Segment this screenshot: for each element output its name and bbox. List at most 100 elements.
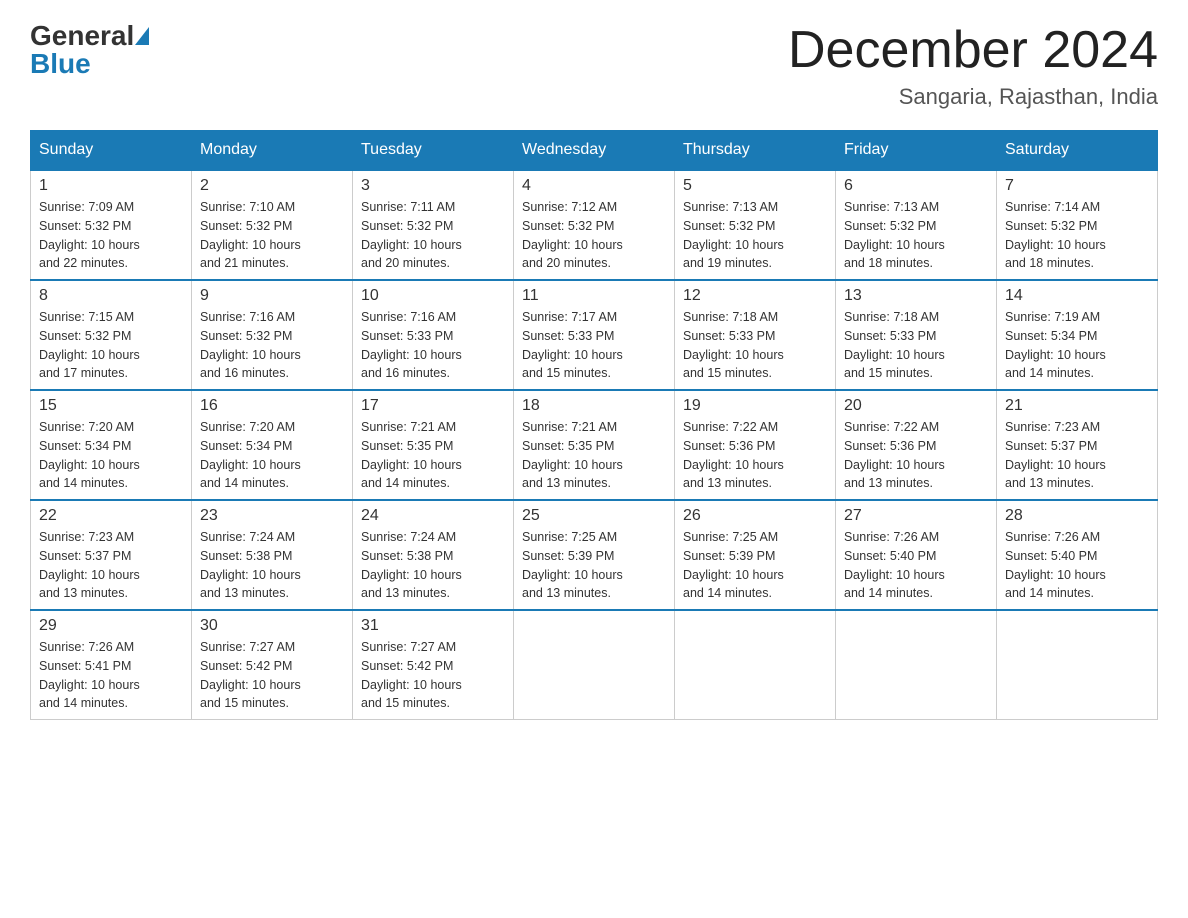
calendar-cell: 30 Sunrise: 7:27 AMSunset: 5:42 PMDayligh… [192,610,353,720]
col-header-wednesday: Wednesday [514,131,675,171]
calendar-cell: 22 Sunrise: 7:23 AMSunset: 5:37 PMDayligh… [31,500,192,610]
day-info: Sunrise: 7:24 AMSunset: 5:38 PMDaylight:… [361,528,505,603]
month-title: December 2024 [788,20,1158,80]
day-info: Sunrise: 7:11 AMSunset: 5:32 PMDaylight:… [361,198,505,273]
calendar-cell: 27 Sunrise: 7:26 AMSunset: 5:40 PMDayligh… [836,500,997,610]
day-info: Sunrise: 7:23 AMSunset: 5:37 PMDaylight:… [39,528,183,603]
day-number: 9 [200,287,344,305]
day-info: Sunrise: 7:09 AMSunset: 5:32 PMDaylight:… [39,198,183,273]
day-number: 3 [361,177,505,195]
col-header-monday: Monday [192,131,353,171]
calendar-cell: 19 Sunrise: 7:22 AMSunset: 5:36 PMDayligh… [675,390,836,500]
calendar-cell [997,610,1158,720]
day-number: 28 [1005,507,1149,525]
day-number: 21 [1005,397,1149,415]
day-info: Sunrise: 7:25 AMSunset: 5:39 PMDaylight:… [683,528,827,603]
calendar-cell: 28 Sunrise: 7:26 AMSunset: 5:40 PMDayligh… [997,500,1158,610]
title-section: December 2024 Sangaria, Rajasthan, India [788,20,1158,110]
day-number: 27 [844,507,988,525]
calendar-cell: 6 Sunrise: 7:13 AMSunset: 5:32 PMDaylight… [836,170,997,280]
calendar-cell: 14 Sunrise: 7:19 AMSunset: 5:34 PMDayligh… [997,280,1158,390]
col-header-saturday: Saturday [997,131,1158,171]
calendar-cell: 2Sunrise: 7:10 AMSunset: 5:32 PMDaylight… [192,170,353,280]
calendar-cell: 10 Sunrise: 7:16 AMSunset: 5:33 PMDayligh… [353,280,514,390]
calendar-cell: 11 Sunrise: 7:17 AMSunset: 5:33 PMDayligh… [514,280,675,390]
day-number: 19 [683,397,827,415]
day-number: 31 [361,617,505,635]
calendar-week-row: 1 Sunrise: 7:09 AMSunset: 5:32 PMDaylight… [31,170,1158,280]
day-info: Sunrise: 7:20 AMSunset: 5:34 PMDaylight:… [39,418,183,493]
day-number: 6 [844,177,988,195]
day-info: Sunrise: 7:27 AMSunset: 5:42 PMDaylight:… [200,638,344,713]
day-info: Sunrise: 7:15 AMSunset: 5:32 PMDaylight:… [39,308,183,383]
calendar-cell: 21Sunrise: 7:23 AMSunset: 5:37 PMDayligh… [997,390,1158,500]
calendar-week-row: 22 Sunrise: 7:23 AMSunset: 5:37 PMDayligh… [31,500,1158,610]
calendar-cell: 24 Sunrise: 7:24 AMSunset: 5:38 PMDayligh… [353,500,514,610]
day-number: 17 [361,397,505,415]
calendar-week-row: 8 Sunrise: 7:15 AMSunset: 5:32 PMDaylight… [31,280,1158,390]
day-info: Sunrise: 7:21 AMSunset: 5:35 PMDaylight:… [361,418,505,493]
day-number: 4 [522,177,666,195]
col-header-sunday: Sunday [31,131,192,171]
day-number: 11 [522,287,666,305]
day-info: Sunrise: 7:27 AMSunset: 5:42 PMDaylight:… [361,638,505,713]
logo-arrow-icon [135,27,149,45]
day-info: Sunrise: 7:22 AMSunset: 5:36 PMDaylight:… [683,418,827,493]
day-number: 10 [361,287,505,305]
day-info: Sunrise: 7:21 AMSunset: 5:35 PMDaylight:… [522,418,666,493]
day-number: 7 [1005,177,1149,195]
calendar-cell: 13Sunrise: 7:18 AMSunset: 5:33 PMDayligh… [836,280,997,390]
day-number: 18 [522,397,666,415]
day-number: 22 [39,507,183,525]
day-number: 24 [361,507,505,525]
calendar-cell: 18 Sunrise: 7:21 AMSunset: 5:35 PMDayligh… [514,390,675,500]
calendar-cell: 16Sunrise: 7:20 AMSunset: 5:34 PMDayligh… [192,390,353,500]
calendar-cell: 29Sunrise: 7:26 AMSunset: 5:41 PMDayligh… [31,610,192,720]
day-info: Sunrise: 7:13 AMSunset: 5:32 PMDaylight:… [683,198,827,273]
calendar-cell: 1 Sunrise: 7:09 AMSunset: 5:32 PMDaylight… [31,170,192,280]
day-number: 25 [522,507,666,525]
calendar-cell: 31 Sunrise: 7:27 AMSunset: 5:42 PMDayligh… [353,610,514,720]
day-info: Sunrise: 7:26 AMSunset: 5:40 PMDaylight:… [844,528,988,603]
day-number: 23 [200,507,344,525]
calendar-cell: 20Sunrise: 7:22 AMSunset: 5:36 PMDayligh… [836,390,997,500]
day-number: 30 [200,617,344,635]
day-info: Sunrise: 7:12 AMSunset: 5:32 PMDaylight:… [522,198,666,273]
calendar-cell: 23Sunrise: 7:24 AMSunset: 5:38 PMDayligh… [192,500,353,610]
day-number: 29 [39,617,183,635]
day-number: 15 [39,397,183,415]
day-info: Sunrise: 7:14 AMSunset: 5:32 PMDaylight:… [1005,198,1149,273]
col-header-tuesday: Tuesday [353,131,514,171]
day-number: 26 [683,507,827,525]
day-info: Sunrise: 7:26 AMSunset: 5:40 PMDaylight:… [1005,528,1149,603]
calendar-cell: 25 Sunrise: 7:25 AMSunset: 5:39 PMDayligh… [514,500,675,610]
day-info: Sunrise: 7:25 AMSunset: 5:39 PMDaylight:… [522,528,666,603]
calendar-cell: 12Sunrise: 7:18 AMSunset: 5:33 PMDayligh… [675,280,836,390]
day-number: 5 [683,177,827,195]
day-number: 12 [683,287,827,305]
location-subtitle: Sangaria, Rajasthan, India [788,84,1158,110]
calendar-cell: 3 Sunrise: 7:11 AMSunset: 5:32 PMDaylight… [353,170,514,280]
calendar-cell [836,610,997,720]
calendar-week-row: 15 Sunrise: 7:20 AMSunset: 5:34 PMDayligh… [31,390,1158,500]
calendar-cell: 5 Sunrise: 7:13 AMSunset: 5:32 PMDaylight… [675,170,836,280]
day-info: Sunrise: 7:20 AMSunset: 5:34 PMDaylight:… [200,418,344,493]
calendar-table: SundayMondayTuesdayWednesdayThursdayFrid… [30,130,1158,720]
calendar-cell [675,610,836,720]
day-info: Sunrise: 7:19 AMSunset: 5:34 PMDaylight:… [1005,308,1149,383]
calendar-cell [514,610,675,720]
calendar-cell: 15 Sunrise: 7:20 AMSunset: 5:34 PMDayligh… [31,390,192,500]
day-info: Sunrise: 7:13 AMSunset: 5:32 PMDaylight:… [844,198,988,273]
calendar-cell: 7 Sunrise: 7:14 AMSunset: 5:32 PMDaylight… [997,170,1158,280]
day-info: Sunrise: 7:17 AMSunset: 5:33 PMDaylight:… [522,308,666,383]
day-number: 1 [39,177,183,195]
calendar-header-row: SundayMondayTuesdayWednesdayThursdayFrid… [31,131,1158,171]
day-number: 2 [200,177,344,195]
day-info: Sunrise: 7:16 AMSunset: 5:32 PMDaylight:… [200,308,344,383]
page-header: General Blue December 2024 Sangaria, Raj… [30,20,1158,110]
calendar-week-row: 29Sunrise: 7:26 AMSunset: 5:41 PMDayligh… [31,610,1158,720]
day-number: 8 [39,287,183,305]
logo-blue-text: Blue [30,48,150,80]
day-info: Sunrise: 7:16 AMSunset: 5:33 PMDaylight:… [361,308,505,383]
day-number: 14 [1005,287,1149,305]
